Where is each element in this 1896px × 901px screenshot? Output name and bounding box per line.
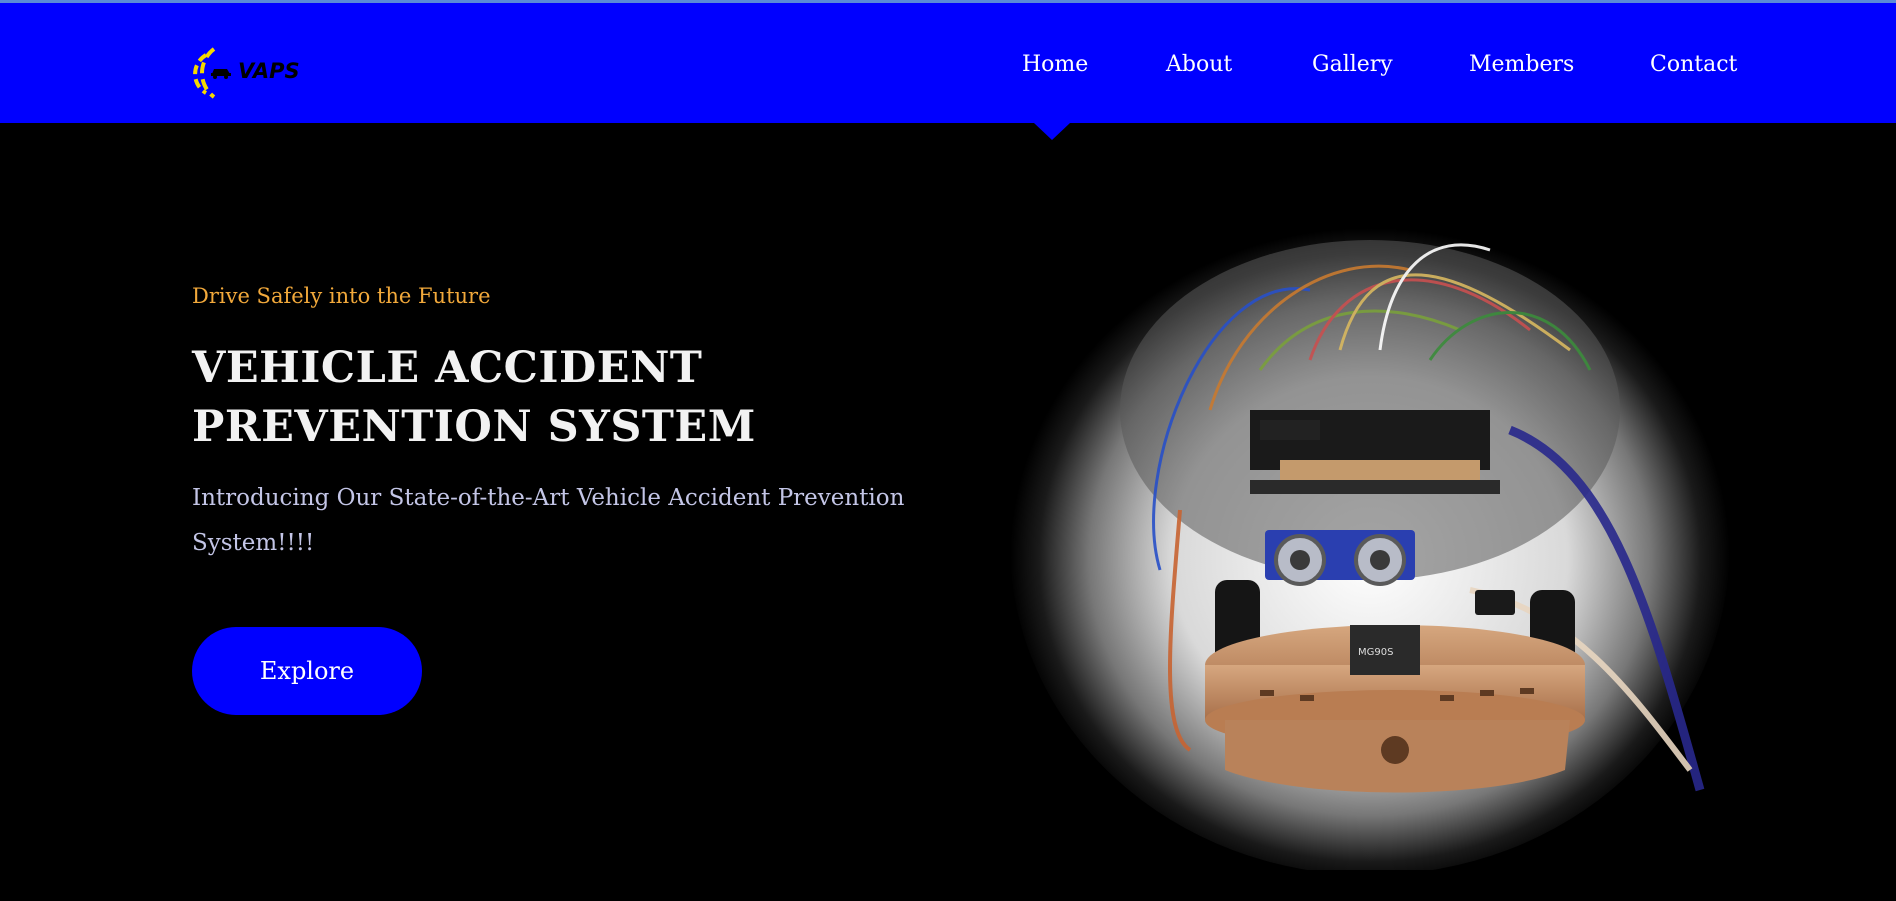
nav-link-contact[interactable]: Contact: [1650, 50, 1737, 80]
hero-tagline: Drive Safely into the Future: [192, 284, 491, 308]
explore-button[interactable]: Explore: [192, 627, 422, 715]
logo-text: VAPS: [238, 59, 300, 83]
site-header: VAPS: [0, 3, 1896, 123]
logo[interactable]: VAPS: [192, 47, 302, 99]
hero-title-line-1: VEHICLE ACCIDENT: [192, 343, 703, 393]
hero-title: VEHICLE ACCIDENT PREVENTION SYSTEM: [192, 339, 812, 457]
nav-link-gallery[interactable]: Gallery: [1312, 50, 1393, 80]
nav-link-home[interactable]: Home: [1022, 50, 1088, 80]
active-nav-indicator: [1034, 123, 1070, 140]
hero-title-line-2: PREVENTION SYSTEM: [192, 402, 756, 452]
car-icon: [211, 69, 231, 79]
svg-text:MG90S: MG90S: [1358, 647, 1393, 658]
hero-description: Introducing Our State-of-the-Art Vehicle…: [192, 485, 905, 556]
nav-link-members[interactable]: Members: [1469, 50, 1574, 80]
robot-car-image: MG90S: [1010, 215, 1730, 870]
nav-link-about[interactable]: About: [1166, 50, 1232, 80]
